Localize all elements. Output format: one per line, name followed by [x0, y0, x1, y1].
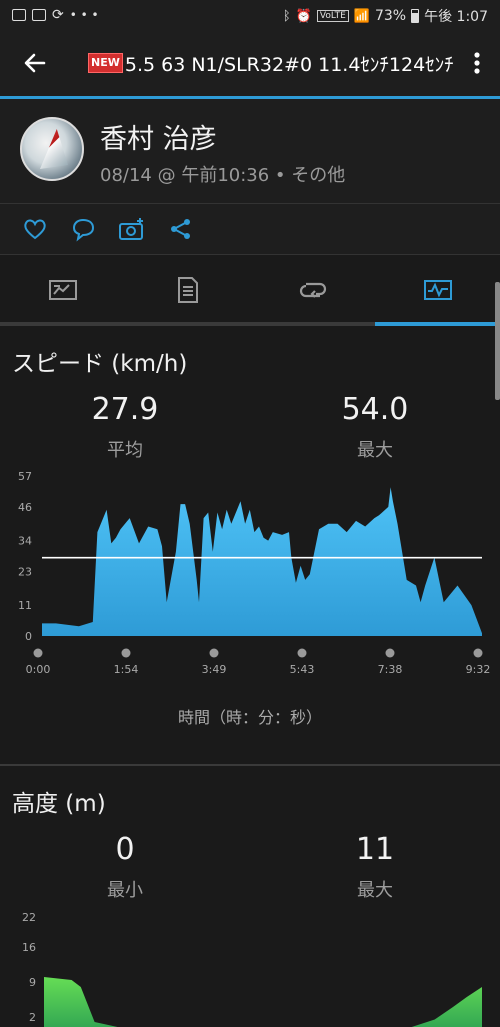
x-tick-dot — [473, 648, 483, 658]
x-tick-label: 7:38 — [378, 663, 403, 676]
back-arrow-icon[interactable] — [18, 46, 52, 80]
battery-icon — [411, 9, 420, 23]
tab-laps[interactable] — [250, 255, 375, 325]
tab-summary[interactable] — [0, 255, 125, 325]
status-bar: ⟳ • • • ᛒ ⏰ VoLTE 📶 73% 午後 1:07 — [0, 0, 500, 30]
bluetooth-icon: ᛒ — [282, 8, 291, 24]
speed-section: スピード (km/h) 27.9 平均 54.0 最大 57 46 34 23 11 0 0… — [0, 326, 500, 764]
gallery-icon — [12, 9, 26, 21]
speed-max-value: 54.0 — [341, 392, 409, 427]
x-tick-dot — [385, 648, 395, 658]
action-bar — [0, 204, 500, 254]
alarm-icon: ⏰ — [295, 8, 312, 24]
activity-datetime: 08/14 @ 午前10:36 • その他 — [100, 165, 346, 186]
y-tick-label: 2 — [29, 1011, 36, 1024]
laps-tab-icon — [299, 282, 326, 298]
y-tick-label: 11 — [18, 599, 32, 612]
altitude-chart: 22 16 9 2 — [22, 911, 482, 1027]
speed-x-axis-title: 時間（時：分：秒） — [177, 708, 322, 727]
x-tick-label: 0:00 — [26, 663, 51, 676]
summary-tab-icon — [48, 280, 77, 300]
y-tick-label: 34 — [18, 535, 32, 548]
volte-icon: VoLTE — [316, 10, 349, 22]
sync-icon: ⟳ — [52, 7, 64, 23]
battery-percent: 73% — [374, 8, 407, 24]
tab-charts[interactable] — [375, 255, 500, 325]
notification-icons: ⟳ • • • — [12, 7, 99, 23]
new-badge: NEW — [88, 53, 123, 73]
comment-icon[interactable] — [70, 216, 96, 242]
speed-max-label: 最大 — [357, 440, 393, 461]
scrollbar-thumb[interactable] — [495, 282, 500, 400]
heart-icon[interactable] — [22, 216, 48, 242]
details-tab-icon — [177, 277, 198, 303]
y-tick-label: 22 — [22, 911, 36, 924]
speed-chart: 57 46 34 23 11 0 0:00 1:54 3:49 5:43 7:38 9:32 — [18, 470, 491, 676]
share-icon[interactable] — [168, 216, 194, 242]
activity-title-text: 5.5 63 N1/SLR32#0 11.4ｾﾝﾁ124ｾﾝﾁ — [124, 53, 454, 76]
x-tick-label: 3:49 — [202, 663, 227, 676]
system-icons: ᛒ ⏰ VoLTE 📶 73% 午後 1:07 — [283, 6, 488, 26]
more-notifications-icon: • • • — [69, 8, 99, 22]
x-tick-dot — [121, 648, 131, 658]
activity-title: NEW 5.5 63 N1/SLR32#0 11.4ｾﾝﾁ124ｾﾝﾁ — [88, 50, 458, 76]
altitude-section: 高度 (m) 0 最小 11 最大 22 16 9 2 — [0, 766, 500, 1027]
x-tick-label: 1:54 — [114, 663, 139, 676]
avatar[interactable] — [20, 117, 84, 181]
y-tick-label: 16 — [22, 941, 36, 954]
speed-avg-value: 27.9 — [91, 392, 159, 427]
altitude-title: 高度 (m) — [12, 791, 106, 817]
x-tick-label: 5:43 — [290, 663, 315, 676]
x-tick-label: 9:32 — [466, 663, 491, 676]
altitude-min-label: 最小 — [107, 880, 143, 901]
x-tick-dot — [209, 648, 219, 658]
activity-header: 香村 治彦 08/14 @ 午前10:36 • その他 — [0, 99, 500, 203]
x-tick-dot — [33, 648, 43, 658]
app-toolbar: NEW 5.5 63 N1/SLR32#0 11.4ｾﾝﾁ124ｾﾝﾁ — [0, 30, 500, 96]
tab-details[interactable] — [125, 255, 250, 325]
add-photo-icon[interactable] — [118, 216, 144, 242]
d-icon — [32, 9, 46, 21]
speed-title: スピード (km/h) — [12, 351, 188, 377]
x-tick-dot — [297, 648, 307, 658]
y-tick-label: 46 — [18, 501, 32, 514]
series-area — [44, 977, 482, 1027]
y-tick-label: 57 — [18, 470, 32, 483]
y-tick-label: 23 — [18, 565, 32, 578]
altitude-max-value: 11 — [355, 832, 395, 867]
user-name[interactable]: 香村 治彦 — [100, 117, 217, 156]
speed-avg-label: 平均 — [107, 440, 143, 461]
activity-tabs — [0, 255, 500, 325]
charts-tab-icon — [423, 280, 452, 300]
altitude-max-label: 最大 — [357, 880, 393, 901]
altitude-min-value: 0 — [115, 832, 135, 867]
clock: 午後 1:07 — [424, 9, 488, 25]
series-area — [42, 487, 482, 636]
overflow-menu-icon[interactable] — [470, 48, 484, 78]
wifi-icon: 📶 — [353, 8, 370, 24]
y-tick-label: 0 — [25, 630, 32, 643]
y-tick-label: 9 — [29, 976, 36, 989]
